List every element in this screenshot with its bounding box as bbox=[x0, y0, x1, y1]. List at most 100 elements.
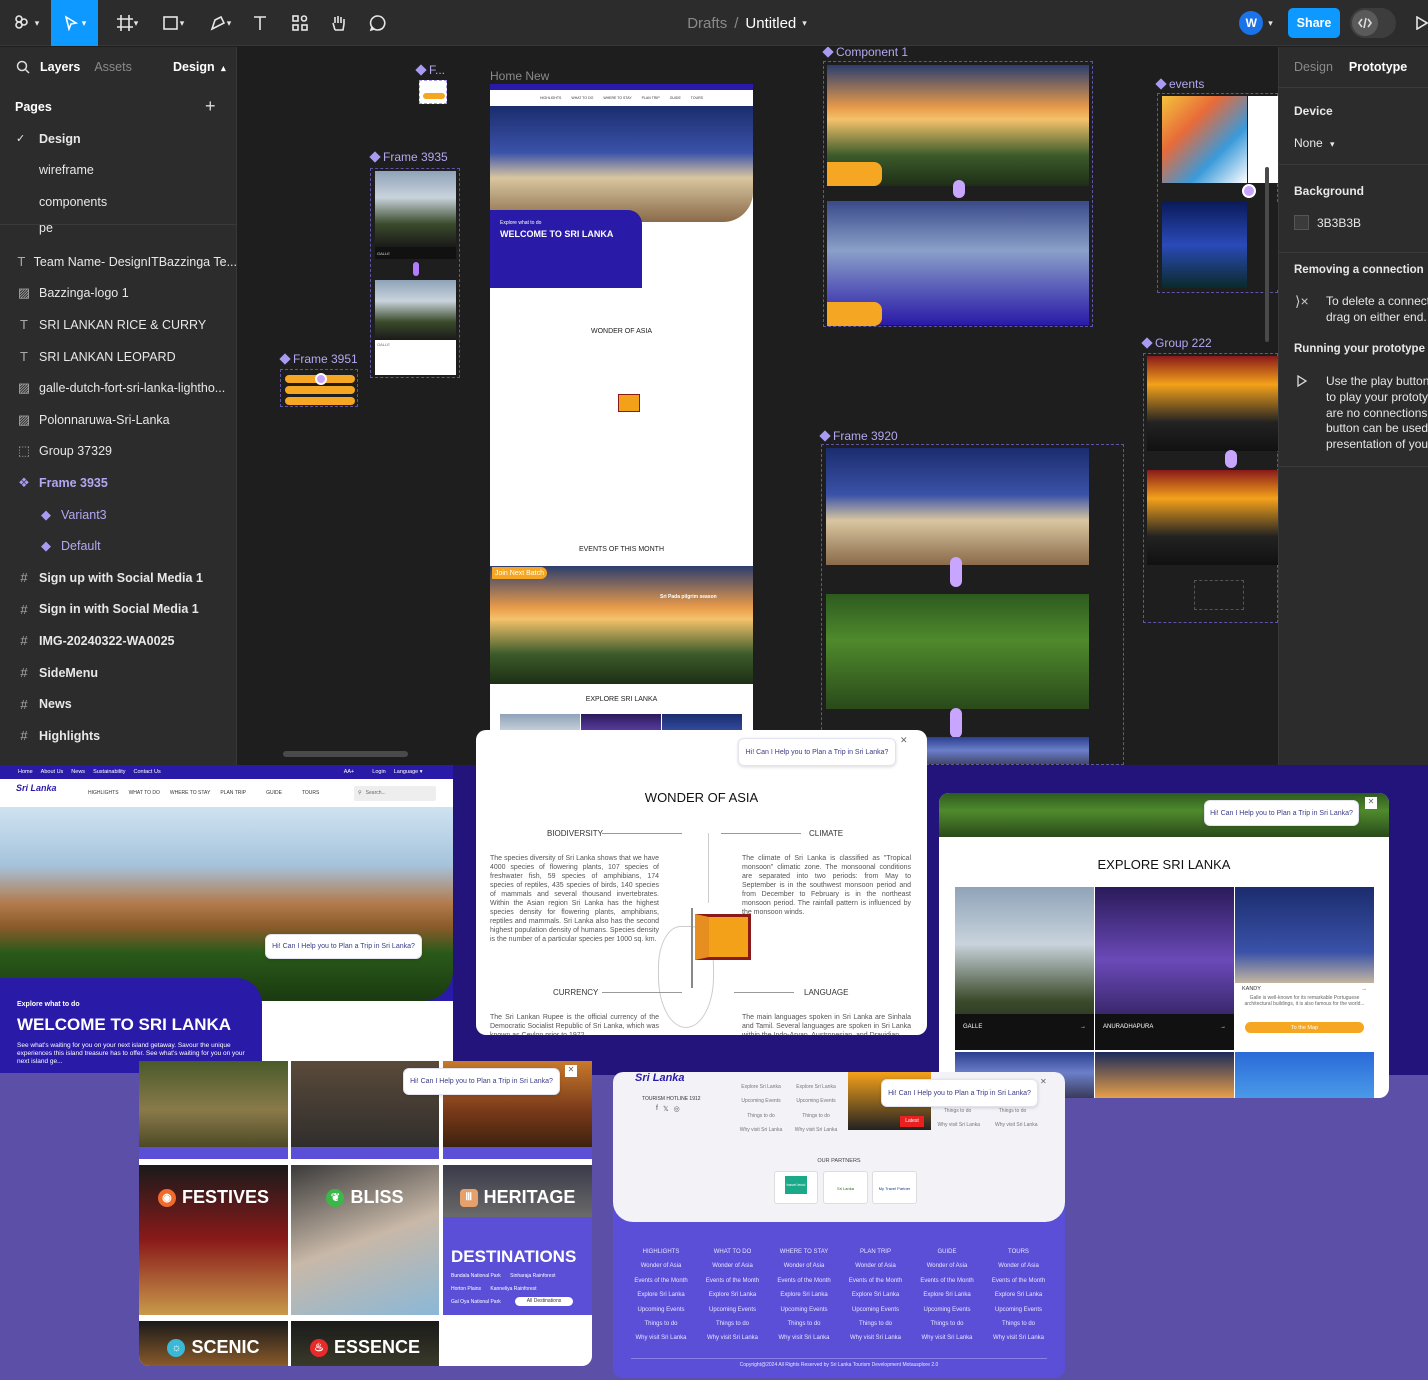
connector-node[interactable] bbox=[950, 557, 962, 587]
footer-link[interactable]: Upcoming Events bbox=[625, 1303, 697, 1317]
explore-tile[interactable] bbox=[1095, 1052, 1234, 1098]
facebook-icon[interactable]: f bbox=[656, 1105, 658, 1113]
connector-node[interactable] bbox=[950, 708, 962, 738]
destination-link[interactable]: Horton Plains bbox=[451, 1286, 481, 1292]
scrollbar[interactable] bbox=[1265, 167, 1269, 342]
footer-link[interactable]: Wonder of Asia bbox=[625, 1259, 697, 1273]
footer-link[interactable]: Why visit Sri Lanka bbox=[768, 1331, 840, 1345]
connector-node[interactable] bbox=[413, 262, 419, 276]
layer-row[interactable]: ▨ Bazzinga-logo 1 bbox=[0, 278, 237, 310]
page-wireframe[interactable]: wireframe bbox=[0, 154, 237, 185]
chatbot-bubble[interactable]: Hi! Can I Help you to Plan a Trip in Sri… bbox=[881, 1079, 1038, 1107]
footer-link[interactable]: Upcoming Events bbox=[840, 1303, 912, 1317]
layer-row[interactable]: ▨ Polonnaruwa-Sri-Lanka bbox=[0, 404, 237, 436]
partner-logo[interactable]: travel lecci bbox=[774, 1171, 818, 1204]
close-icon[interactable]: ✕ bbox=[565, 1065, 577, 1077]
footer-link[interactable]: Events of the Month bbox=[840, 1274, 912, 1288]
all-destinations-button[interactable]: All Destinations bbox=[515, 1297, 573, 1306]
topnav-link[interactable]: Home bbox=[18, 769, 33, 775]
nav-link[interactable]: WHERE TO STAY bbox=[170, 790, 210, 796]
footer-link[interactable]: Why visit Sri Lanka bbox=[791, 1123, 841, 1137]
kandy-tile[interactable]: KANDY → Galle is well-known for its remar… bbox=[1235, 887, 1374, 1050]
nav-item[interactable]: WHERE TO STAY bbox=[603, 96, 631, 100]
footer-link[interactable]: Explore Sri Lanka bbox=[625, 1288, 697, 1302]
background-swatch[interactable] bbox=[1294, 215, 1309, 230]
nav-link[interactable]: WHAT TO DO bbox=[129, 790, 160, 796]
logo[interactable]: Sri Lanka bbox=[16, 783, 57, 793]
topnav-link[interactable]: Contact Us bbox=[133, 769, 160, 775]
group-222[interactable] bbox=[1143, 353, 1278, 623]
component-1-frame[interactable] bbox=[823, 61, 1093, 327]
chatbot-bubble[interactable]: Hi! Can I Help you to Plan a Trip in Sri… bbox=[265, 934, 422, 959]
frame-label-group-222[interactable]: Group 222 bbox=[1141, 336, 1212, 350]
close-icon[interactable]: ✕ bbox=[1365, 797, 1377, 809]
layer-row[interactable]: ◆ Default bbox=[0, 530, 237, 562]
footer-link[interactable]: Why visit Sri Lanka bbox=[983, 1331, 1055, 1345]
footer-link[interactable]: Why visit Sri Lanka bbox=[911, 1331, 983, 1345]
join-batch-button[interactable]: Join Next Batch bbox=[492, 567, 547, 579]
footer-link[interactable]: Events of the Month bbox=[697, 1274, 769, 1288]
essence-tile[interactable]: ♨ ESSENCE bbox=[291, 1321, 439, 1366]
canvas[interactable]: F... Frame 3935 GALLE GALLE Frame 3951 H… bbox=[237, 47, 1278, 765]
text-tool-button[interactable] bbox=[248, 0, 272, 46]
footer-link[interactable]: Things to do bbox=[911, 1317, 983, 1331]
nav-item[interactable]: HIGHLIGHTS bbox=[540, 96, 561, 100]
footer-link[interactable]: Why visit Sri Lanka bbox=[995, 1122, 1038, 1128]
background-hex-input[interactable]: 3B3B3B bbox=[1317, 216, 1361, 230]
layer-row[interactable]: # SideMenu bbox=[0, 657, 237, 689]
chevron-down-icon[interactable]: ▾ bbox=[802, 18, 807, 29]
to-map-button[interactable]: To the Map bbox=[1245, 1022, 1364, 1033]
comment-tool-button[interactable] bbox=[366, 0, 390, 46]
pen-tool-button[interactable]: ▾ bbox=[202, 0, 238, 46]
close-icon[interactable]: ✕ bbox=[1040, 1077, 1047, 1086]
frame-3951[interactable] bbox=[280, 369, 358, 407]
footer-link[interactable]: Upcoming Events bbox=[791, 1094, 841, 1108]
nav-link[interactable]: HIGHLIGHTS bbox=[88, 790, 119, 796]
layer-row[interactable]: T SRI LANKAN LEOPARD bbox=[0, 341, 237, 373]
footer-link[interactable]: Things to do bbox=[731, 1109, 791, 1123]
events-frame[interactable] bbox=[1157, 93, 1278, 293]
frame-label-events[interactable]: events bbox=[1155, 77, 1204, 91]
connector-node[interactable] bbox=[953, 180, 965, 198]
footer-link[interactable]: Explore Sri Lanka bbox=[731, 1080, 791, 1094]
destination-link[interactable]: Gal Oya National Park bbox=[451, 1299, 501, 1305]
footer-link[interactable]: Why visit Sri Lanka bbox=[697, 1331, 769, 1345]
layer-row[interactable]: # Highlights bbox=[0, 720, 237, 752]
footer-link[interactable]: Events of the Month bbox=[625, 1274, 697, 1288]
footer-link[interactable]: Events of the Month bbox=[911, 1274, 983, 1288]
logo[interactable]: Sri Lanka bbox=[635, 1072, 685, 1084]
add-page-icon[interactable]: + bbox=[205, 96, 216, 117]
explore-tile[interactable] bbox=[1235, 1052, 1374, 1098]
frame-label-3935[interactable]: Frame 3935 bbox=[369, 150, 448, 164]
footer-link[interactable]: Wonder of Asia bbox=[768, 1259, 840, 1273]
nav-link[interactable]: TOURS bbox=[302, 790, 319, 796]
footer-link[interactable]: Why visit Sri Lanka bbox=[625, 1331, 697, 1345]
footer-link[interactable]: Upcoming Events bbox=[731, 1094, 791, 1108]
footer-link[interactable]: Things to do bbox=[999, 1108, 1027, 1114]
small-frame[interactable] bbox=[419, 80, 447, 104]
home-new-frame[interactable]: HIGHLIGHTS WHAT TO DO WHERE TO STAY PLAN… bbox=[490, 84, 753, 765]
footer-link[interactable]: Upcoming Events bbox=[911, 1303, 983, 1317]
footer-link[interactable]: Explore Sri Lanka bbox=[983, 1288, 1055, 1302]
chatbot-bubble[interactable]: Hi! Can I Help you to Plan a Trip in Sri… bbox=[403, 1068, 560, 1095]
footer-link[interactable]: Upcoming Events bbox=[768, 1303, 840, 1317]
tab-layers[interactable]: Layers bbox=[40, 60, 80, 74]
layer-row[interactable]: # Sign up with Social Media 1 bbox=[0, 562, 237, 594]
dev-mode-toggle[interactable] bbox=[1350, 8, 1396, 38]
topnav-link[interactable]: Sustainability bbox=[93, 769, 125, 775]
footer-link[interactable]: Wonder of Asia bbox=[911, 1259, 983, 1273]
nav-item[interactable]: WHAT TO DO bbox=[571, 96, 593, 100]
connector-node[interactable] bbox=[315, 373, 327, 385]
heritage-tile[interactable]: Ⅲ HERITAGE DESTINATIONS Bundala National … bbox=[443, 1165, 592, 1315]
tab-design[interactable]: Design bbox=[1294, 60, 1333, 74]
nav-item[interactable]: PLAN TRIP bbox=[642, 96, 660, 100]
layer-row[interactable]: ◆ Variant3 bbox=[0, 499, 237, 531]
layer-row[interactable]: ❖ Frame 3935 bbox=[0, 467, 237, 499]
file-name[interactable]: Untitled bbox=[745, 15, 796, 32]
connector-node[interactable] bbox=[1225, 450, 1237, 468]
tab-assets[interactable]: Assets bbox=[94, 60, 132, 74]
connector-node[interactable] bbox=[1242, 184, 1256, 198]
frame-label-home-new[interactable]: Home New bbox=[490, 69, 549, 83]
footer-link[interactable]: Things to do bbox=[697, 1317, 769, 1331]
figma-menu-button[interactable]: ▾ bbox=[8, 0, 44, 46]
